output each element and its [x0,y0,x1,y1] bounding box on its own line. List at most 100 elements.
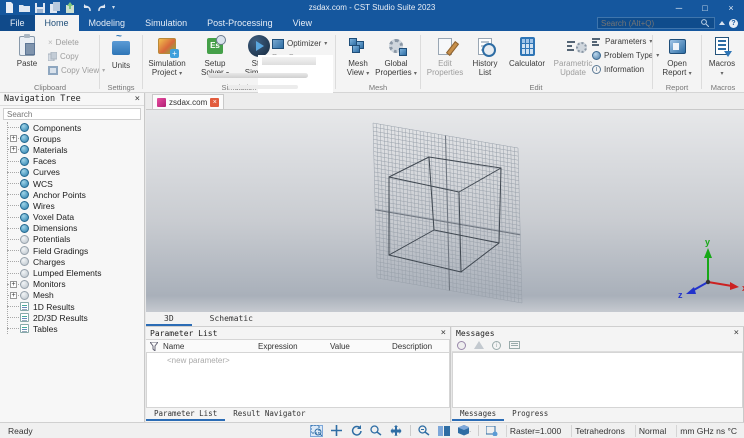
box-select-tool-icon[interactable] [309,424,323,437]
help-icon[interactable]: ? [729,18,738,28]
simulation-project-dropdown-icon[interactable]: ▾ [179,71,182,77]
tree-item[interactable]: + Voxel Data [0,212,144,223]
open-report-button[interactable]: Open Report ▾ [654,34,700,78]
errors-filter-icon[interactable] [457,340,466,350]
column-description[interactable]: Description [392,342,432,351]
copy-view-button[interactable]: Copy View ▾ [48,64,105,77]
warnings-filter-icon[interactable] [474,341,484,349]
ribbon-search[interactable] [597,17,715,29]
open-report-dropdown-icon[interactable]: ▾ [689,71,692,77]
global-properties-dropdown-icon[interactable]: ▾ [414,71,417,77]
paste-button[interactable]: Paste [4,34,50,68]
copy-button[interactable]: Copy [48,50,79,63]
tree-item[interactable]: + 2D/3D Results [0,312,144,323]
import-icon[interactable] [66,2,77,13]
tree-item[interactable]: + WCS [0,178,144,189]
global-properties-button[interactable]: Global Properties ▾ [373,34,419,78]
zoom-window-tool-icon[interactable] [370,425,383,437]
status-units[interactable]: mm GHz ns °C [676,424,740,437]
ribbon-tab[interactable]: Post-Processing [197,15,283,31]
status-raster[interactable]: Raster=1.000 [505,424,564,437]
tree-item[interactable]: + Components [0,122,144,133]
units-button[interactable]: Units [98,31,144,70]
parameter-list-body[interactable]: <new parameter> [146,353,450,408]
tree-item[interactable]: + 1D Results [0,301,144,312]
redo-icon[interactable] [97,3,107,13]
column-name[interactable]: Name [163,342,258,351]
undo-icon[interactable] [82,3,92,13]
filter-icon[interactable] [150,341,158,351]
expander-icon[interactable]: + [10,280,17,288]
ribbon-tab[interactable]: Simulation [135,15,197,31]
ribbon-tab[interactable]: File [0,15,35,31]
copy-icon-qat[interactable] [50,2,61,13]
tree-item[interactable]: + Groups [0,133,144,144]
macros-dropdown-icon[interactable]: ▾ [720,71,723,77]
messages-body[interactable] [452,352,743,408]
save-icon[interactable] [35,2,45,13]
tree-item[interactable]: + Curves [0,167,144,178]
messages-close-icon[interactable]: × [734,328,739,338]
parametric-update-button[interactable]: Parametric Update [550,34,596,77]
panel-tab[interactable]: Messages [452,408,505,421]
tree-item[interactable]: + Wires [0,200,144,211]
move-tool-icon[interactable] [330,425,343,437]
calculator-button[interactable]: Calculator [502,34,552,68]
navigation-tree-close-icon[interactable]: × [135,94,140,104]
layout-panels-icon[interactable] [438,425,451,437]
panel-tab[interactable]: Progress [504,408,556,421]
macros-button[interactable]: Macros ▾ [699,34,744,78]
tree-item[interactable]: + Monitors [0,279,144,290]
panel-tab[interactable]: Parameter List [146,408,226,421]
ribbon-tab[interactable]: View [283,15,322,31]
tree-item[interactable]: + Field Gradings [0,245,144,256]
tree-item[interactable]: + Potentials [0,234,144,245]
open-folder-icon[interactable] [19,3,30,13]
tree-item[interactable]: + Tables [0,323,144,334]
simulation-project-button[interactable]: Simulation Project ▾ [144,34,190,78]
ribbon-tab[interactable]: Home [34,15,79,31]
optimizer-dropdown-icon[interactable]: ▾ [324,40,327,47]
column-expression[interactable]: Expression [258,342,330,351]
status-mode[interactable]: Normal [634,424,669,437]
tree-item[interactable]: + Faces [0,156,144,167]
mesh-view-dropdown-icon[interactable]: ▾ [366,71,369,77]
status-mesh-type[interactable]: Tetrahedrons [571,424,628,437]
tree-item[interactable]: + Mesh [0,290,144,301]
pan-tool-icon[interactable] [390,425,403,437]
collapse-ribbon-icon[interactable] [719,21,725,25]
navigation-tree-search-input[interactable] [4,109,140,119]
document-tab[interactable]: zsdax.com × [152,94,225,109]
tree-item[interactable]: + Charges [0,256,144,267]
zoom-tool-icon[interactable] [418,425,431,437]
qat-customize-icon[interactable]: ▾ [112,4,115,11]
view-tab[interactable]: 3D [146,313,192,326]
expander-icon[interactable]: + [10,146,17,154]
raster-toggle-icon[interactable] [486,425,499,437]
tree-item[interactable]: + Dimensions [0,223,144,234]
tree-item[interactable]: + Materials [0,144,144,155]
expander-icon[interactable]: + [10,135,17,143]
close-button[interactable]: × [718,0,744,15]
optimizer-button[interactable]: Optimizer ▾ [272,37,327,50]
ribbon-tab[interactable]: Modeling [79,15,136,31]
viewport-3d[interactable]: y x z [146,110,744,312]
problem-type-button[interactable]: Problem Type ▾ [592,49,659,62]
new-parameter-row[interactable]: <new parameter> [167,356,230,365]
expander-icon[interactable]: + [10,291,17,299]
ribbon-search-input[interactable] [601,18,701,28]
delete-button[interactable]: × Delete [48,36,79,49]
info-filter-icon[interactable]: i [492,340,501,350]
setup-solver-button[interactable]: Es Setup Solver ▾ [192,34,238,78]
tree-item[interactable]: + Lumped Elements [0,267,144,278]
maximize-button[interactable]: □ [692,0,718,15]
minimize-button[interactable]: ─ [666,0,692,15]
parameters-button[interactable]: Parameters ▾ [592,35,652,48]
navigation-tree-search[interactable] [3,108,141,120]
column-value[interactable]: Value [330,342,392,351]
view-tab[interactable]: Schematic [192,313,271,326]
rotate-tool-icon[interactable] [350,425,363,437]
document-tab-close-icon[interactable]: × [210,97,220,107]
panel-tab[interactable]: Result Navigator [225,408,313,421]
information-button[interactable]: i Information [592,63,644,76]
